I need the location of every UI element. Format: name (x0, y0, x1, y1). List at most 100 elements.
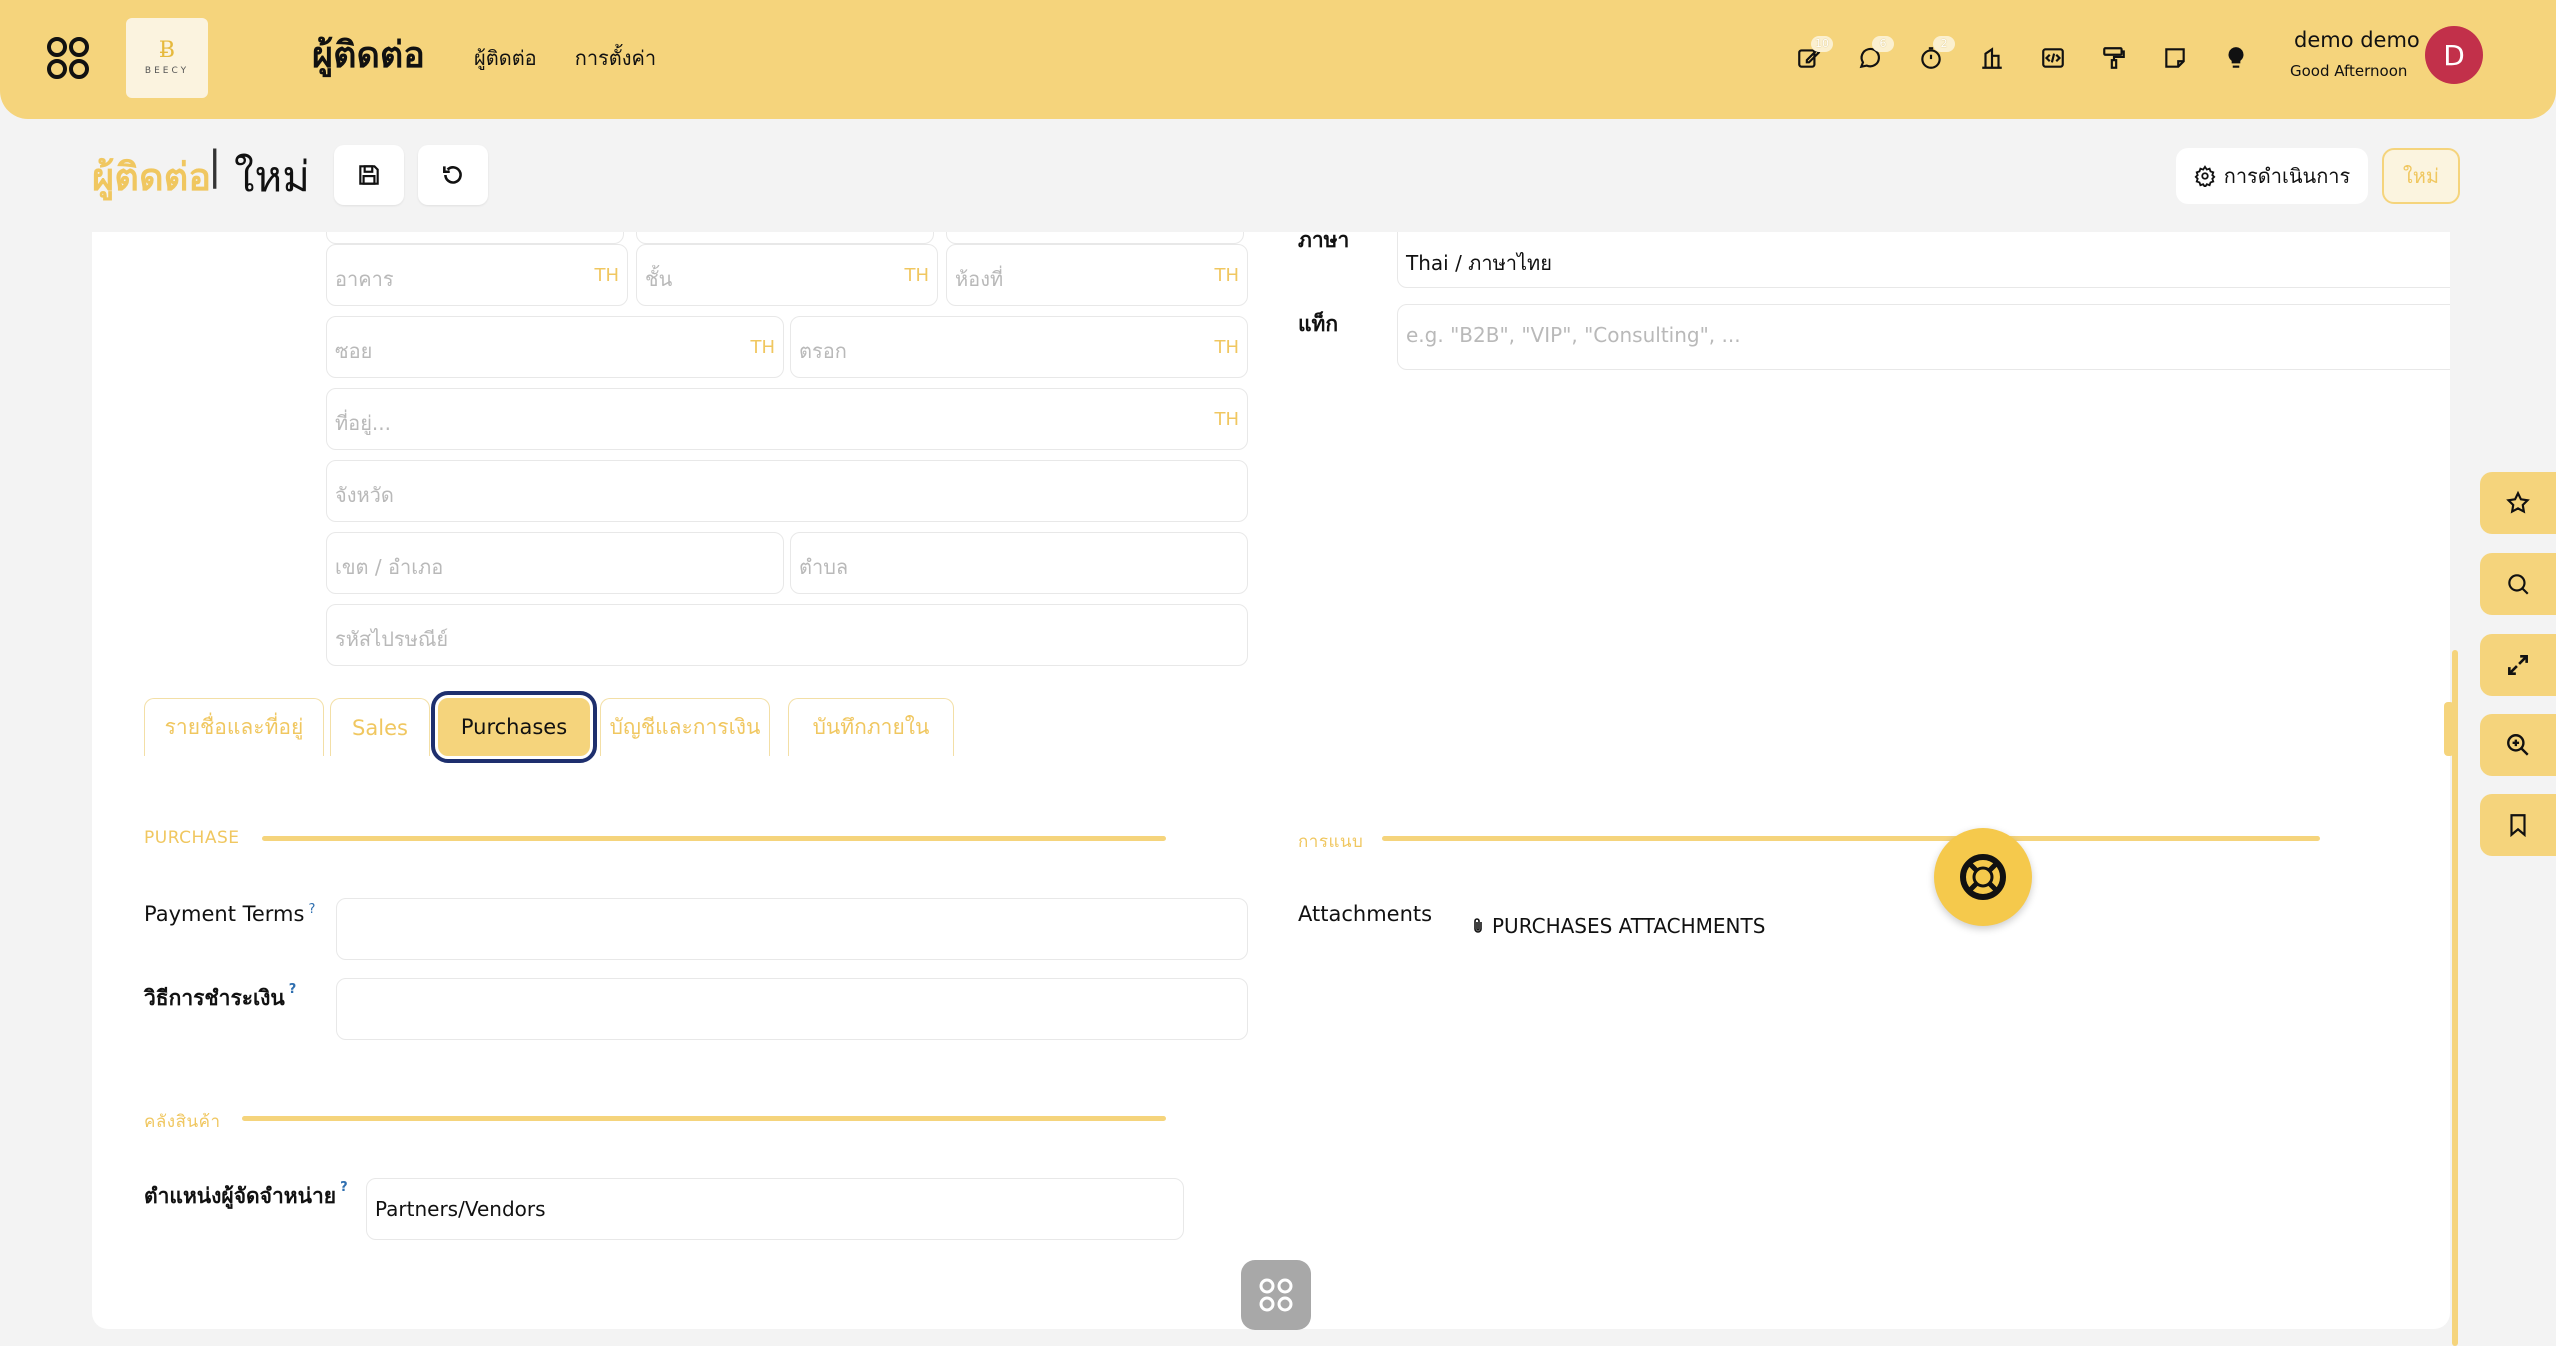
favorite-button[interactable] (2480, 472, 2556, 534)
search-side-button[interactable] (2480, 553, 2556, 615)
user-greeting: Good Afternoon (2290, 62, 2408, 80)
tags-input[interactable]: e.g. "B2B", "VIP", "Consulting", ... (1397, 304, 2450, 370)
payment-method-label: วิธีการชำระเงิน? (144, 982, 296, 1015)
form-card: อาคาร TH ชั้น TH ห้องที่ TH ซอย TH ตรอก … (92, 232, 2450, 1329)
street-field[interactable] (326, 232, 624, 244)
payment-method-help[interactable]: ? (289, 982, 297, 997)
breadcrumb-parent[interactable]: ผู้ติดต่อ (92, 146, 211, 207)
scrollbar-thumb[interactable] (2444, 702, 2454, 756)
save-button[interactable] (334, 145, 404, 205)
language-value: Thai / ภาษาไทย (1406, 251, 1552, 275)
actions-button[interactable]: การดำเนินการ (2176, 148, 2368, 204)
new-button[interactable]: ใหม่ (2382, 148, 2460, 204)
top-menu: ผู้ติดต่อ การตั้งค่า (474, 42, 656, 74)
logo-text: BEECY (144, 66, 190, 76)
postal-code-placeholder: รหัสไปรษณีย์ (335, 627, 449, 651)
company-logo[interactable]: Ƀ BEECY (126, 18, 208, 98)
menu-settings[interactable]: การตั้งค่า (575, 42, 656, 74)
floor-field[interactable]: ชั้น TH (636, 244, 938, 306)
user-name[interactable]: demo demo (2294, 28, 2420, 52)
tab-sales[interactable]: Sales (330, 698, 430, 756)
discard-button[interactable] (418, 145, 488, 205)
floor-lang[interactable]: TH (904, 265, 929, 286)
room-field[interactable]: ห้องที่ TH (946, 244, 1248, 306)
lifebuoy-icon (1960, 854, 2006, 900)
help-lifebuoy-button[interactable] (1934, 828, 2032, 926)
attachments-section-divider (1382, 836, 2320, 841)
avatar[interactable]: D (2425, 26, 2483, 84)
vendor-location-label: ตำแหน่งผู้จัดจำหน่าย? (144, 1180, 348, 1213)
payment-method-field[interactable] (336, 978, 1248, 1040)
room-placeholder: ห้องที่ (955, 267, 1004, 291)
zoom-button[interactable] (2480, 714, 2556, 776)
lightbulb-icon[interactable] (2205, 36, 2266, 80)
inventory-section-divider (242, 1116, 1166, 1121)
province-field[interactable]: จังหวัด (326, 460, 1248, 522)
vendor-location-value: Partners/Vendors (375, 1197, 546, 1221)
timer-badge: 2 (1933, 36, 1955, 52)
payment-terms-field[interactable] (336, 898, 1248, 960)
floor-placeholder: ชั้น (645, 267, 673, 291)
district-field[interactable]: เขต / อำเภอ (326, 532, 784, 594)
paint-roller-icon[interactable] (2083, 36, 2144, 80)
actions-label: การดำเนินการ (2223, 164, 2351, 188)
code-icon[interactable] (2022, 36, 2083, 80)
building-field[interactable]: อาคาร TH (326, 244, 628, 306)
subdistrict-placeholder: ตำบล (799, 555, 849, 579)
soi-field[interactable]: ซอย TH (326, 316, 784, 378)
street2-field[interactable] (636, 232, 934, 244)
save-icon (359, 165, 379, 185)
purchase-section-title: PURCHASE (144, 828, 240, 848)
tab-internal-notes[interactable]: บันทึกภายใน (788, 698, 954, 756)
vendor-location-help[interactable]: ? (340, 1180, 348, 1195)
edit-badge: 10 (1811, 36, 1833, 52)
language-select[interactable]: Thai / ภาษาไทย (1397, 232, 2450, 288)
payment-terms-help[interactable]: ? (308, 902, 315, 917)
postal-code-field[interactable]: รหัสไปรษณีย์ (326, 604, 1248, 666)
street3-field[interactable] (946, 232, 1244, 244)
tab-accounting[interactable]: บัญชีและการเงิน (600, 698, 770, 756)
bookmark-button[interactable] (2480, 794, 2556, 856)
language-label-text: ภาษา (1298, 232, 1350, 252)
address-line-field[interactable]: ที่อยู่... TH (326, 388, 1248, 450)
paperclip-icon (1474, 918, 1482, 933)
building-lang[interactable]: TH (594, 265, 619, 286)
apps-grid-icon[interactable] (44, 34, 92, 82)
tab-contacts-addresses[interactable]: รายชื่อและที่อยู่ (144, 698, 324, 756)
edit-icon[interactable]: 10 (1778, 36, 1839, 80)
top-icons: 10 6 2 (1778, 36, 2266, 80)
purchases-attachments-text: PURCHASES ATTACHMENTS (1492, 914, 1766, 938)
breadcrumb-separator: | (208, 143, 222, 189)
payment-method-text: วิธีการชำระเงิน (144, 986, 285, 1010)
alley-field[interactable]: ตรอก TH (790, 316, 1248, 378)
address-line-lang[interactable]: TH (1214, 409, 1239, 430)
apps-grid-icon (1259, 1278, 1293, 1312)
payment-terms-label: Payment Terms? (144, 902, 315, 926)
search-icon (2508, 574, 2529, 595)
apps-menu-button[interactable] (1241, 1260, 1311, 1330)
chat-icon[interactable]: 6 (1839, 36, 1900, 80)
gear-icon (2194, 165, 2216, 187)
alley-lang[interactable]: TH (1214, 337, 1239, 358)
inventory-section-title: คลังสินค้า (144, 1112, 221, 1132)
purchases-attachments-link[interactable]: PURCHASES ATTACHMENTS (1470, 914, 1765, 938)
vendor-location-field[interactable]: Partners/Vendors (366, 1178, 1184, 1240)
expand-button[interactable] (2480, 634, 2556, 696)
bookmark-icon (2510, 814, 2526, 838)
attachments-label: Attachments (1298, 902, 1433, 926)
building-placeholder: อาคาร (335, 267, 394, 291)
note-icon[interactable] (2144, 36, 2205, 80)
district-placeholder: เขต / อำเภอ (335, 555, 444, 579)
tab-purchases[interactable]: Purchases (431, 691, 597, 763)
soi-lang[interactable]: TH (750, 337, 775, 358)
star-icon (2506, 490, 2530, 514)
room-lang[interactable]: TH (1214, 265, 1239, 286)
province-placeholder: จังหวัด (335, 483, 394, 507)
building-icon[interactable] (1961, 36, 2022, 80)
payment-terms-text: Payment Terms (144, 902, 305, 926)
breadcrumb-current: ใหม่ (234, 152, 310, 201)
timer-icon[interactable]: 2 (1900, 36, 1961, 80)
subdistrict-field[interactable]: ตำบล (790, 532, 1248, 594)
tags-placeholder: e.g. "B2B", "VIP", "Consulting", ... (1406, 323, 1741, 347)
menu-contacts[interactable]: ผู้ติดต่อ (474, 42, 537, 74)
